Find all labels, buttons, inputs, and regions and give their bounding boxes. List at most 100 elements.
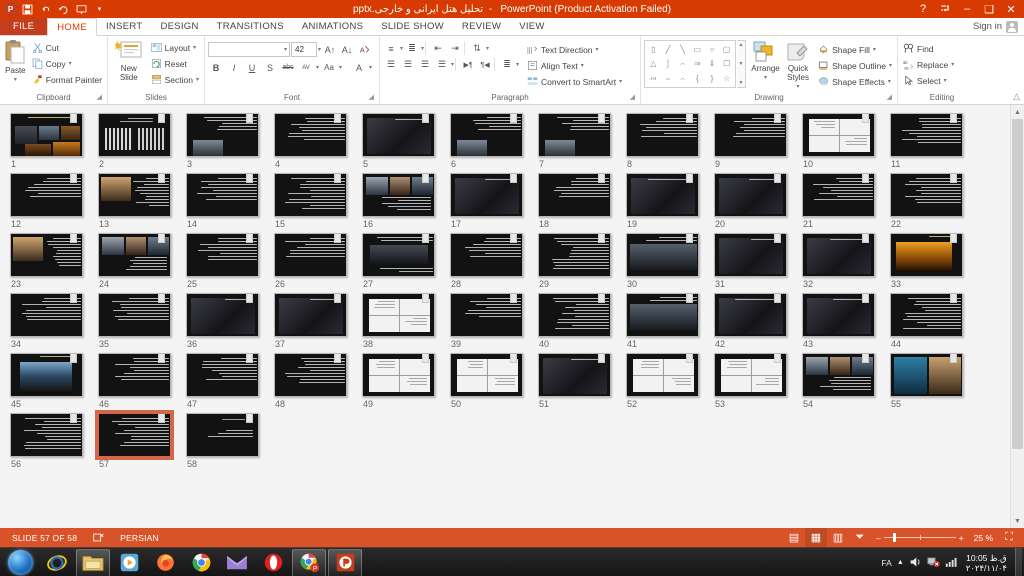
format-painter-button[interactable]: Format Painter bbox=[30, 72, 104, 87]
mail-icon[interactable] bbox=[220, 549, 254, 576]
shape-arc-icon[interactable]: ⌢ bbox=[675, 71, 690, 86]
scroll-down-button[interactable]: ▼ bbox=[1011, 514, 1024, 528]
slide-thumbnail-36[interactable] bbox=[186, 293, 259, 337]
scroll-thumb[interactable] bbox=[1012, 119, 1023, 449]
slide-thumbnail-wrap[interactable] bbox=[538, 113, 611, 157]
slide-thumbnail-wrap[interactable] bbox=[362, 353, 435, 397]
change-case-caret-icon[interactable]: ▾ bbox=[339, 64, 342, 71]
slide-thumbnail-wrap[interactable] bbox=[274, 353, 347, 397]
slide-cell[interactable]: 15 bbox=[274, 173, 362, 229]
slide-thumbnail-46[interactable] bbox=[98, 353, 171, 397]
font-dialog-launcher[interactable]: ◢ bbox=[369, 92, 374, 104]
slide-thumbnail-wrap[interactable] bbox=[186, 413, 259, 457]
shadow-button[interactable]: S bbox=[262, 60, 278, 75]
slide-cell[interactable]: 1 bbox=[10, 113, 98, 169]
slide-thumbnail-wrap[interactable] bbox=[802, 353, 875, 397]
slide-thumbnail-2[interactable] bbox=[98, 113, 171, 157]
slide-thumbnail-1[interactable] bbox=[10, 113, 83, 157]
slide-cell[interactable]: 10 bbox=[802, 113, 890, 169]
paste-button[interactable]: Paste ▾ bbox=[3, 38, 28, 83]
shape-textbox-icon[interactable]: ▯ bbox=[646, 42, 661, 57]
shape-right-arrow-icon[interactable]: ⇒ bbox=[690, 57, 705, 72]
slide-thumbnail-wrap[interactable] bbox=[714, 353, 787, 397]
slide-cell[interactable]: 47 bbox=[186, 353, 274, 409]
speaker-icon[interactable] bbox=[909, 556, 922, 570]
slide-cell[interactable]: 28 bbox=[450, 233, 538, 289]
columns-caret-icon[interactable]: ▾ bbox=[516, 61, 519, 68]
slide-thumbnail-52[interactable] bbox=[626, 353, 699, 397]
slide-thumbnail-16[interactable] bbox=[362, 173, 435, 217]
slide-thumbnail-3[interactable] bbox=[186, 113, 259, 157]
replace-button[interactable]: ab ac Replace ▾ bbox=[901, 57, 956, 72]
decrease-indent-button[interactable]: ⇤ bbox=[430, 41, 446, 56]
drawing-dialog-launcher[interactable]: ◢ bbox=[887, 92, 892, 104]
slide-cell[interactable]: 57 bbox=[95, 410, 186, 469]
save-icon[interactable] bbox=[19, 1, 36, 18]
slide-thumbnail-wrap[interactable] bbox=[450, 353, 523, 397]
slide-thumbnail-wrap[interactable] bbox=[890, 233, 963, 277]
reset-button[interactable]: Reset bbox=[149, 56, 201, 71]
shape-elbow-icon[interactable]: ⌡ bbox=[661, 57, 676, 72]
slide-thumbnail-12[interactable] bbox=[10, 173, 83, 217]
redo-icon[interactable] bbox=[55, 1, 72, 18]
slide-thumbnail-wrap[interactable] bbox=[98, 233, 171, 277]
shapes-gallery-scroll[interactable]: ▲ ▼ ▼ bbox=[737, 40, 746, 88]
slide-thumbnail-53[interactable] bbox=[714, 353, 787, 397]
slide-cell[interactable]: 45 bbox=[10, 353, 98, 409]
italic-button[interactable]: I bbox=[226, 60, 242, 75]
shape-outline-caret-icon[interactable]: ▾ bbox=[889, 62, 892, 69]
slide-cell[interactable]: 55 bbox=[890, 353, 978, 409]
zoom-out-button[interactable]: – bbox=[876, 533, 881, 543]
slide-thumbnail-8[interactable] bbox=[626, 113, 699, 157]
slide-thumbnail-18[interactable] bbox=[538, 173, 611, 217]
slide-cell[interactable]: 54 bbox=[802, 353, 890, 409]
slide-cell[interactable]: 40 bbox=[538, 293, 626, 349]
slide-cell[interactable]: 29 bbox=[538, 233, 626, 289]
slide-thumbnail-25[interactable] bbox=[186, 233, 259, 277]
tab-view[interactable]: VIEW bbox=[510, 18, 553, 35]
slide-thumbnail-26[interactable] bbox=[274, 233, 347, 277]
slide-thumbnail-41[interactable] bbox=[626, 293, 699, 337]
slide-thumbnail-wrap[interactable] bbox=[538, 173, 611, 217]
slide-thumbnail-31[interactable] bbox=[714, 233, 787, 277]
firefox-icon[interactable] bbox=[148, 549, 182, 576]
gallery-scroll-down-icon[interactable]: ▼ bbox=[739, 61, 744, 67]
slide-thumbnail-wrap[interactable] bbox=[95, 410, 174, 460]
slide-cell[interactable]: 30 bbox=[626, 233, 714, 289]
slide-cell[interactable]: 2 bbox=[98, 113, 186, 169]
slide-thumbnail-23[interactable] bbox=[10, 233, 83, 277]
signal-icon[interactable] bbox=[945, 556, 958, 570]
slide-thumbnail-45[interactable] bbox=[10, 353, 83, 397]
slide-thumbnail-wrap[interactable] bbox=[186, 353, 259, 397]
shape-line-icon[interactable]: ╱ bbox=[661, 42, 676, 57]
slide-thumbnail-wrap[interactable] bbox=[626, 233, 699, 277]
slide-cell[interactable]: 22 bbox=[890, 173, 978, 229]
slide-cell[interactable]: 39 bbox=[450, 293, 538, 349]
window-controls[interactable]: ? ⮒ – ❑ ✕ bbox=[912, 0, 1024, 18]
shape-rect-icon[interactable]: ▭ bbox=[690, 42, 705, 57]
slide-cell[interactable]: 17 bbox=[450, 173, 538, 229]
slide-cell[interactable]: 50 bbox=[450, 353, 538, 409]
font-name-input[interactable]: ▾ bbox=[208, 42, 290, 57]
shape-callout-icon[interactable]: ☐ bbox=[719, 57, 734, 72]
paste-caret-icon[interactable]: ▾ bbox=[14, 76, 17, 83]
slide-cell[interactable]: 16 bbox=[362, 173, 450, 229]
language-indicator[interactable]: PERSIAN bbox=[112, 528, 167, 547]
numbering-button[interactable]: ≣ bbox=[404, 41, 420, 56]
shape-effects-button[interactable]: Shape Effects ▾ bbox=[816, 74, 894, 89]
slide-cell[interactable]: 48 bbox=[274, 353, 362, 409]
slide-thumbnail-5[interactable] bbox=[362, 113, 435, 157]
slide-thumbnail-50[interactable] bbox=[450, 353, 523, 397]
slide-thumbnail-37[interactable] bbox=[274, 293, 347, 337]
start-slideshow-icon[interactable] bbox=[73, 1, 90, 18]
slide-thumbnail-wrap[interactable] bbox=[626, 353, 699, 397]
bullets-caret-icon[interactable]: ▾ bbox=[400, 45, 403, 52]
slide-thumbnail-27[interactable] bbox=[362, 233, 435, 277]
slide-thumbnail-40[interactable] bbox=[538, 293, 611, 337]
show-desktop-button[interactable] bbox=[1015, 547, 1022, 576]
slide-thumbnail-19[interactable] bbox=[626, 173, 699, 217]
slide-thumbnail-4[interactable] bbox=[274, 113, 347, 157]
slide-cell[interactable]: 7 bbox=[538, 113, 626, 169]
app-icon[interactable]: P bbox=[3, 2, 18, 16]
slide-thumbnail-wrap[interactable] bbox=[10, 113, 83, 157]
